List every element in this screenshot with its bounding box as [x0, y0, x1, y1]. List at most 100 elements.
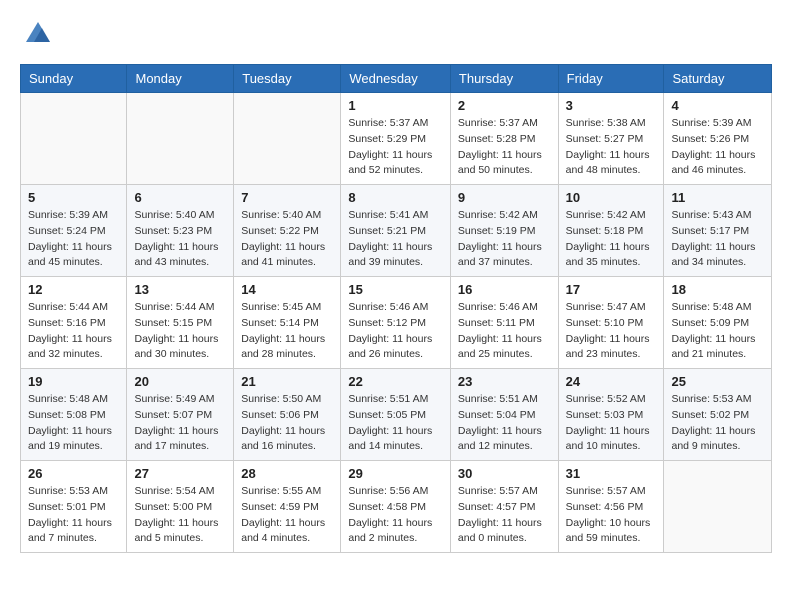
calendar-cell: 15 Sunrise: 5:46 AM Sunset: 5:12 PM Dayli…	[341, 277, 451, 369]
day-info: Sunrise: 5:40 AM Sunset: 5:22 PM Dayligh…	[241, 208, 333, 271]
day-info: Sunrise: 5:47 AM Sunset: 5:10 PM Dayligh…	[566, 300, 657, 363]
calendar-cell: 3 Sunrise: 5:38 AM Sunset: 5:27 PM Daylig…	[558, 93, 664, 185]
calendar-cell: 11 Sunrise: 5:43 AM Sunset: 5:17 PM Dayli…	[664, 185, 772, 277]
day-number: 23	[458, 374, 551, 389]
day-number: 15	[348, 282, 443, 297]
day-number: 9	[458, 190, 551, 205]
day-number: 17	[566, 282, 657, 297]
logo	[20, 20, 52, 48]
day-info: Sunrise: 5:56 AM Sunset: 4:58 PM Dayligh…	[348, 484, 443, 547]
calendar-cell: 19 Sunrise: 5:48 AM Sunset: 5:08 PM Dayli…	[21, 369, 127, 461]
calendar-cell: 13 Sunrise: 5:44 AM Sunset: 5:15 PM Dayli…	[127, 277, 234, 369]
day-number: 28	[241, 466, 333, 481]
calendar-header-saturday: Saturday	[664, 65, 772, 93]
calendar-cell	[21, 93, 127, 185]
calendar-cell: 1 Sunrise: 5:37 AM Sunset: 5:29 PM Daylig…	[341, 93, 451, 185]
day-info: Sunrise: 5:39 AM Sunset: 5:26 PM Dayligh…	[671, 116, 764, 179]
calendar-table: SundayMondayTuesdayWednesdayThursdayFrid…	[20, 64, 772, 553]
calendar-cell: 29 Sunrise: 5:56 AM Sunset: 4:58 PM Dayli…	[341, 461, 451, 553]
calendar-header-monday: Monday	[127, 65, 234, 93]
day-info: Sunrise: 5:51 AM Sunset: 5:05 PM Dayligh…	[348, 392, 443, 455]
calendar-cell: 30 Sunrise: 5:57 AM Sunset: 4:57 PM Dayli…	[450, 461, 558, 553]
calendar-cell: 25 Sunrise: 5:53 AM Sunset: 5:02 PM Dayli…	[664, 369, 772, 461]
day-number: 29	[348, 466, 443, 481]
day-number: 12	[28, 282, 119, 297]
calendar-week-row: 5 Sunrise: 5:39 AM Sunset: 5:24 PM Daylig…	[21, 185, 772, 277]
day-number: 30	[458, 466, 551, 481]
day-number: 22	[348, 374, 443, 389]
day-info: Sunrise: 5:42 AM Sunset: 5:19 PM Dayligh…	[458, 208, 551, 271]
calendar-cell: 23 Sunrise: 5:51 AM Sunset: 5:04 PM Dayli…	[450, 369, 558, 461]
calendar-cell: 2Sunrise: 5:37 AM Sunset: 5:28 PM Daylig…	[450, 93, 558, 185]
day-number: 18	[671, 282, 764, 297]
calendar-cell: 7 Sunrise: 5:40 AM Sunset: 5:22 PM Daylig…	[234, 185, 341, 277]
calendar-cell: 12Sunrise: 5:44 AM Sunset: 5:16 PM Dayli…	[21, 277, 127, 369]
calendar-cell	[664, 461, 772, 553]
calendar-cell: 16Sunrise: 5:46 AM Sunset: 5:11 PM Dayli…	[450, 277, 558, 369]
day-info: Sunrise: 5:39 AM Sunset: 5:24 PM Dayligh…	[28, 208, 119, 271]
calendar-week-row: 26Sunrise: 5:53 AM Sunset: 5:01 PM Dayli…	[21, 461, 772, 553]
calendar-header-sunday: Sunday	[21, 65, 127, 93]
calendar-week-row: 19 Sunrise: 5:48 AM Sunset: 5:08 PM Dayli…	[21, 369, 772, 461]
day-info: Sunrise: 5:38 AM Sunset: 5:27 PM Dayligh…	[566, 116, 657, 179]
day-number: 13	[134, 282, 226, 297]
calendar-cell: 27 Sunrise: 5:54 AM Sunset: 5:00 PM Dayli…	[127, 461, 234, 553]
day-info: Sunrise: 5:44 AM Sunset: 5:15 PM Dayligh…	[134, 300, 226, 363]
day-number: 26	[28, 466, 119, 481]
day-number: 11	[671, 190, 764, 205]
day-info: Sunrise: 5:46 AM Sunset: 5:12 PM Dayligh…	[348, 300, 443, 363]
day-number: 6	[134, 190, 226, 205]
calendar-cell	[127, 93, 234, 185]
calendar-cell: 10Sunrise: 5:42 AM Sunset: 5:18 PM Dayli…	[558, 185, 664, 277]
day-number: 3	[566, 98, 657, 113]
day-number: 7	[241, 190, 333, 205]
calendar-week-row: 1 Sunrise: 5:37 AM Sunset: 5:29 PM Daylig…	[21, 93, 772, 185]
day-number: 25	[671, 374, 764, 389]
day-number: 1	[348, 98, 443, 113]
calendar-week-row: 12Sunrise: 5:44 AM Sunset: 5:16 PM Dayli…	[21, 277, 772, 369]
day-info: Sunrise: 5:52 AM Sunset: 5:03 PM Dayligh…	[566, 392, 657, 455]
day-info: Sunrise: 5:48 AM Sunset: 5:08 PM Dayligh…	[28, 392, 119, 455]
calendar-header-wednesday: Wednesday	[341, 65, 451, 93]
day-number: 21	[241, 374, 333, 389]
day-number: 31	[566, 466, 657, 481]
day-info: Sunrise: 5:53 AM Sunset: 5:02 PM Dayligh…	[671, 392, 764, 455]
calendar-cell: 4Sunrise: 5:39 AM Sunset: 5:26 PM Daylig…	[664, 93, 772, 185]
day-number: 5	[28, 190, 119, 205]
day-info: Sunrise: 5:49 AM Sunset: 5:07 PM Dayligh…	[134, 392, 226, 455]
day-info: Sunrise: 5:57 AM Sunset: 4:56 PM Dayligh…	[566, 484, 657, 547]
day-info: Sunrise: 5:40 AM Sunset: 5:23 PM Dayligh…	[134, 208, 226, 271]
calendar-cell: 26Sunrise: 5:53 AM Sunset: 5:01 PM Dayli…	[21, 461, 127, 553]
day-info: Sunrise: 5:50 AM Sunset: 5:06 PM Dayligh…	[241, 392, 333, 455]
calendar-header-friday: Friday	[558, 65, 664, 93]
page-header	[20, 20, 772, 48]
calendar-header-row: SundayMondayTuesdayWednesdayThursdayFrid…	[21, 65, 772, 93]
day-info: Sunrise: 5:51 AM Sunset: 5:04 PM Dayligh…	[458, 392, 551, 455]
day-info: Sunrise: 5:42 AM Sunset: 5:18 PM Dayligh…	[566, 208, 657, 271]
calendar-cell: 22 Sunrise: 5:51 AM Sunset: 5:05 PM Dayli…	[341, 369, 451, 461]
day-info: Sunrise: 5:55 AM Sunset: 4:59 PM Dayligh…	[241, 484, 333, 547]
logo-icon	[24, 20, 52, 48]
calendar-cell: 20 Sunrise: 5:49 AM Sunset: 5:07 PM Dayli…	[127, 369, 234, 461]
calendar-cell: 5 Sunrise: 5:39 AM Sunset: 5:24 PM Daylig…	[21, 185, 127, 277]
calendar-cell: 6 Sunrise: 5:40 AM Sunset: 5:23 PM Daylig…	[127, 185, 234, 277]
day-info: Sunrise: 5:57 AM Sunset: 4:57 PM Dayligh…	[458, 484, 551, 547]
day-info: Sunrise: 5:54 AM Sunset: 5:00 PM Dayligh…	[134, 484, 226, 547]
day-info: Sunrise: 5:37 AM Sunset: 5:29 PM Dayligh…	[348, 116, 443, 179]
day-number: 24	[566, 374, 657, 389]
calendar-cell: 9 Sunrise: 5:42 AM Sunset: 5:19 PM Daylig…	[450, 185, 558, 277]
calendar-header-thursday: Thursday	[450, 65, 558, 93]
day-number: 27	[134, 466, 226, 481]
day-info: Sunrise: 5:48 AM Sunset: 5:09 PM Dayligh…	[671, 300, 764, 363]
calendar-header-tuesday: Tuesday	[234, 65, 341, 93]
calendar-cell: 8Sunrise: 5:41 AM Sunset: 5:21 PM Daylig…	[341, 185, 451, 277]
day-info: Sunrise: 5:46 AM Sunset: 5:11 PM Dayligh…	[458, 300, 551, 363]
day-number: 20	[134, 374, 226, 389]
calendar-cell: 31 Sunrise: 5:57 AM Sunset: 4:56 PM Dayli…	[558, 461, 664, 553]
calendar-cell: 24 Sunrise: 5:52 AM Sunset: 5:03 PM Dayli…	[558, 369, 664, 461]
calendar-cell: 18 Sunrise: 5:48 AM Sunset: 5:09 PM Dayli…	[664, 277, 772, 369]
day-info: Sunrise: 5:43 AM Sunset: 5:17 PM Dayligh…	[671, 208, 764, 271]
day-number: 8	[348, 190, 443, 205]
calendar-cell: 28 Sunrise: 5:55 AM Sunset: 4:59 PM Dayli…	[234, 461, 341, 553]
day-number: 19	[28, 374, 119, 389]
